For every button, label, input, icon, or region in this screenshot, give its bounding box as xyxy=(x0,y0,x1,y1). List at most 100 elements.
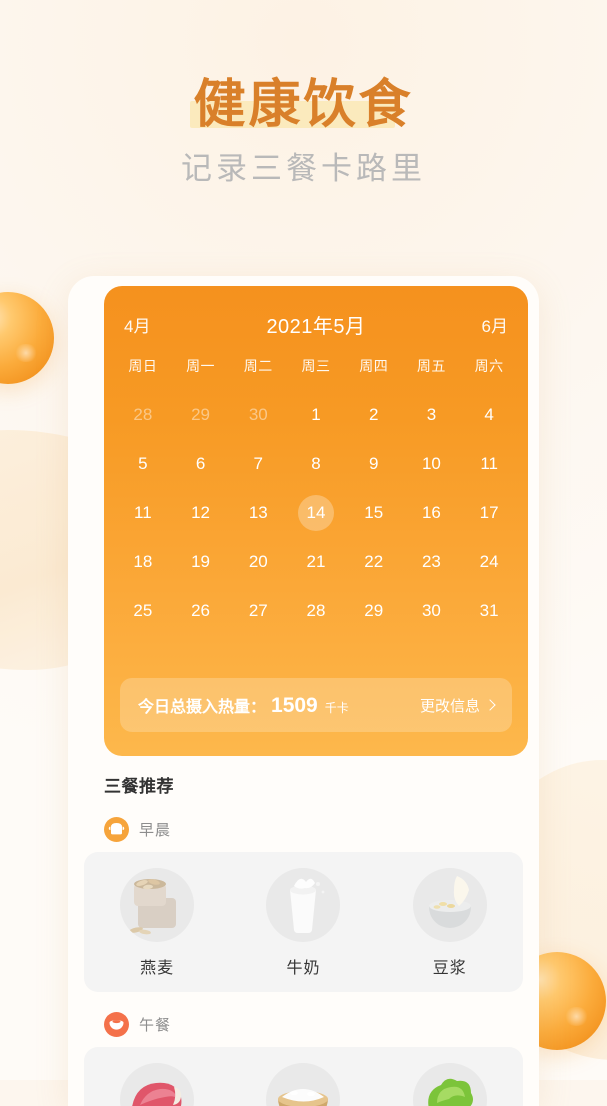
calendar-day[interactable]: 8 xyxy=(287,439,345,488)
current-month-label: 2021年5月 xyxy=(266,315,366,338)
food-item[interactable]: 燕麦 xyxy=(101,868,213,978)
calorie-summary-bar: 今日总摄入热量： 1509 千卡 更改信息 xyxy=(120,678,512,732)
calendar-day[interactable]: 4 xyxy=(460,390,518,439)
calendar-panel: 4月 2021年5月 6月 周日 周一 周二 周三 周四 周五 周六 28 29 30 1 2 3 4 5… xyxy=(104,286,528,756)
calorie-label: 今日总摄入热量： xyxy=(138,698,267,716)
calendar-day[interactable]: 22 xyxy=(345,537,403,586)
meal-header: 午餐 xyxy=(104,1012,539,1037)
calendar-day[interactable]: 27 xyxy=(229,586,287,635)
calendar-day[interactable]: 5 xyxy=(114,439,172,488)
calendar-day[interactable]: 28 xyxy=(287,586,345,635)
calendar-day-number: 22 xyxy=(364,551,384,571)
weekday-label-6: 周六 xyxy=(474,358,504,374)
calendar-day[interactable]: 20 xyxy=(229,537,287,586)
meal-label: 早晨 xyxy=(139,822,172,839)
food-name: 豆浆 xyxy=(432,960,467,977)
calendar-day[interactable]: 11 xyxy=(460,439,518,488)
chevron-right-icon xyxy=(484,698,496,711)
calendar-day[interactable]: 21 xyxy=(287,537,345,586)
weekday-label-2: 周二 xyxy=(243,358,273,374)
calendar-day[interactable]: 29 xyxy=(345,586,403,635)
calendar-day[interactable]: 17 xyxy=(460,488,518,537)
calendar-day[interactable]: 24 xyxy=(460,537,518,586)
calendar-day-number: 16 xyxy=(421,502,441,522)
calendar-day[interactable]: 7 xyxy=(229,439,287,488)
calendar-day-number: 26 xyxy=(191,600,211,620)
calendar-day-number: 10 xyxy=(421,453,441,473)
calendar-day-number: 27 xyxy=(248,600,268,620)
calendar-day[interactable]: 10 xyxy=(403,439,461,488)
calendar-day-number: 29 xyxy=(191,404,211,424)
calendar-day[interactable]: 11 xyxy=(114,488,172,537)
calendar-header: 4月 2021年5月 6月 xyxy=(104,296,528,352)
calendar-day-number: 3 xyxy=(426,404,437,424)
phone-card: 4月 2021年5月 6月 周日 周一 周二 周三 周四 周五 周六 28 29 30 1 2 3 4 5… xyxy=(68,276,539,1106)
calendar-day-number: 17 xyxy=(479,502,499,522)
calendar-day-number: 4 xyxy=(484,404,494,424)
calendar-day[interactable]: 30 xyxy=(403,586,461,635)
decorative-sphere-left xyxy=(0,292,54,384)
calendar-day[interactable]: 26 xyxy=(172,586,230,635)
food-item[interactable]: 豆浆 xyxy=(394,868,506,978)
calendar-day[interactable]: 29 xyxy=(172,390,230,439)
calendar-day-number: 6 xyxy=(195,453,206,473)
next-month-button[interactable]: 6月 xyxy=(464,312,508,337)
calendar-day[interactable]: 23 xyxy=(403,537,461,586)
calendar-day[interactable]: 13 xyxy=(229,488,287,537)
calendar-day-number: 2 xyxy=(368,404,379,424)
calendar-day-number: 11 xyxy=(480,453,498,473)
calendar-day[interactable]: 19 xyxy=(172,537,230,586)
rice-bowl-icon xyxy=(104,1012,129,1037)
calendar-day-number: 28 xyxy=(306,600,326,620)
change-info-label: 更改信息 xyxy=(419,697,480,715)
calendar-day[interactable]: 25 xyxy=(114,586,172,635)
calendar-day[interactable]: 3 xyxy=(403,390,461,439)
meal-food-card xyxy=(84,1047,523,1106)
calendar-day-number: 31 xyxy=(479,600,499,620)
calendar-day[interactable]: 28 xyxy=(114,390,172,439)
calendar-day[interactable]: 12 xyxy=(172,488,230,537)
oats-sack-photo xyxy=(120,868,195,942)
calendar-day-number: 19 xyxy=(191,551,211,571)
calendar-day[interactable]: 6 xyxy=(172,439,230,488)
calendar-day[interactable]: 2 xyxy=(345,390,403,439)
page-title: 健康饮食 xyxy=(193,76,414,134)
calendar-day[interactable]: 9 xyxy=(345,439,403,488)
food-name: 燕麦 xyxy=(140,960,175,977)
food-item[interactable]: 牛奶 xyxy=(247,868,359,978)
recommendations-title: 三餐推荐 xyxy=(104,777,174,796)
calendar-day-number: 5 xyxy=(138,453,148,473)
page-subtitle: 记录三餐卡路里 xyxy=(181,151,426,186)
calendar-day-number: 11 xyxy=(134,502,152,522)
calendar-day[interactable]: 31 xyxy=(460,586,518,635)
raw-meat-photo xyxy=(120,1063,195,1106)
change-info-button[interactable]: 更改信息 xyxy=(419,695,496,716)
calendar-day[interactable]: 15 xyxy=(345,488,403,537)
calendar-day-grid: 28 29 30 1 2 3 4 5 6 7 8 9 10 11 11 12 13 14 15 16 17 18 19 20 2… xyxy=(104,376,528,635)
food-item[interactable] xyxy=(247,1063,359,1106)
meal-label: 午餐 xyxy=(139,1017,172,1034)
calendar-day-number: 21 xyxy=(306,551,326,571)
calendar-day[interactable]: 18 xyxy=(114,537,172,586)
calendar-day-selected[interactable]: 14 xyxy=(287,488,345,537)
calendar-day[interactable]: 16 xyxy=(403,488,461,537)
food-name: 牛奶 xyxy=(286,960,321,977)
calendar-day-number: 14 xyxy=(306,502,326,522)
calorie-unit: 千卡 xyxy=(324,700,349,715)
calorie-total: 今日总摄入热量： 1509 千卡 xyxy=(138,693,349,718)
rice-bowl-photo xyxy=(266,1063,341,1106)
calendar-day-number: 9 xyxy=(368,453,379,473)
calendar-day-number: 8 xyxy=(311,453,321,473)
prev-month-button[interactable]: 4月 xyxy=(124,312,168,337)
calendar-weekday-row: 周日 周一 周二 周三 周四 周五 周六 xyxy=(104,356,528,376)
calendar-day[interactable]: 30 xyxy=(229,390,287,439)
calendar-day-number: 25 xyxy=(133,600,153,620)
food-item[interactable] xyxy=(394,1063,506,1106)
bread-icon xyxy=(104,817,129,842)
food-item[interactable] xyxy=(101,1063,213,1106)
weekday-label-0: 周日 xyxy=(128,358,158,374)
meal-list: 早晨燕麦 牛奶 豆浆午餐 xyxy=(68,817,539,1106)
milk-glass-photo xyxy=(266,868,341,942)
soy-milk-bowl-photo xyxy=(412,868,487,942)
calendar-day[interactable]: 1 xyxy=(287,390,345,439)
